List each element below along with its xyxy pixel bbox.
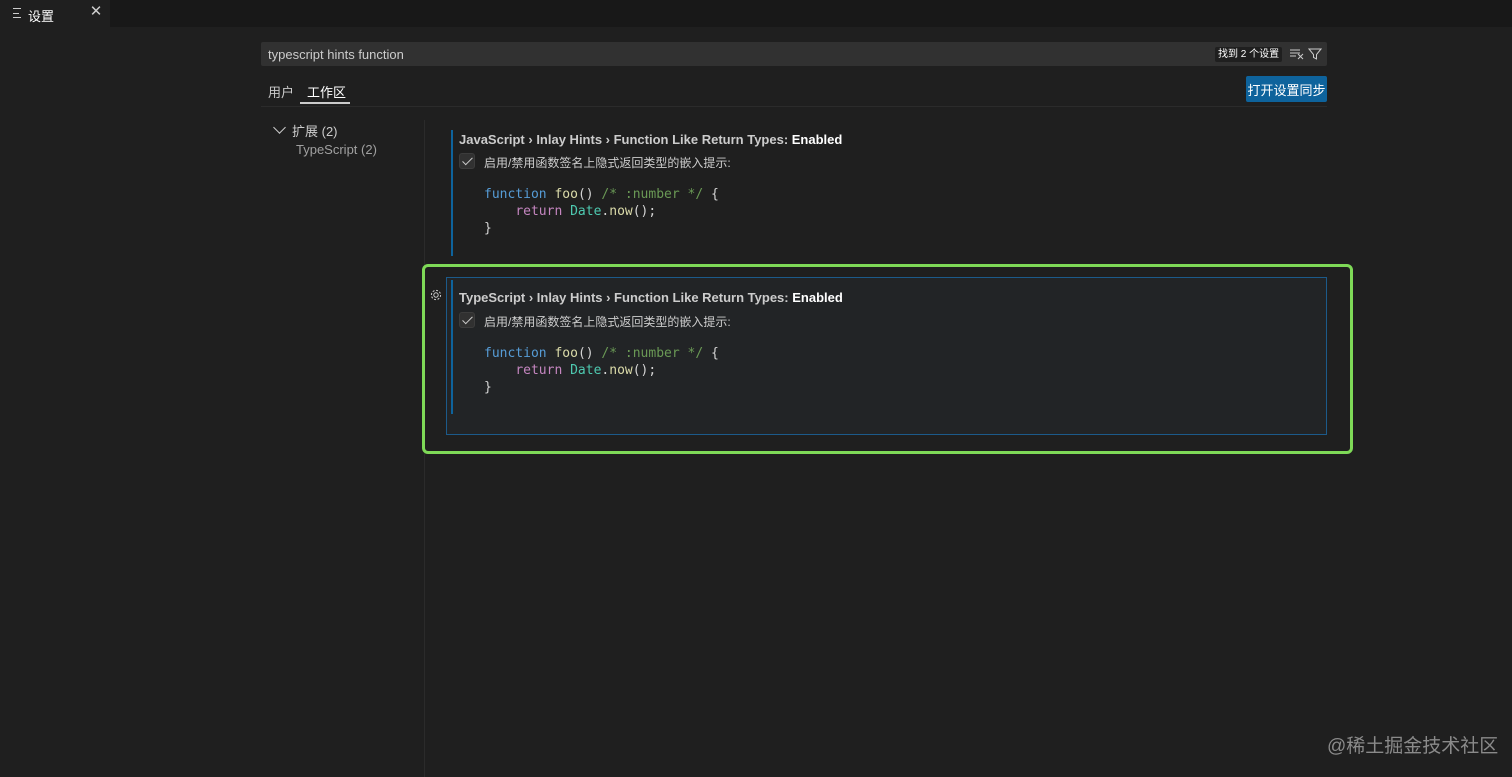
setting-category: JavaScript › Inlay Hints › Function Like… [459, 132, 792, 147]
code-sample: function foo() /* :number */ { return Da… [484, 186, 719, 237]
result-count-badge: 找到 2 个设置 [1215, 47, 1283, 62]
funnel-icon[interactable] [1308, 47, 1322, 61]
code-token: Date [570, 204, 602, 219]
watermark: @稀土掘金技术社区 [1327, 736, 1499, 757]
toc-group-label: 扩展 (2) [292, 123, 338, 139]
settings-search-input[interactable] [261, 42, 1161, 66]
code-token: /* :number */ [601, 187, 704, 202]
code-token: return [515, 204, 563, 219]
setting-title: JavaScript › Inlay Hints › Function Like… [459, 132, 842, 147]
toc-group-extensions[interactable]: 扩展 (2) [273, 121, 338, 139]
code-token: function [484, 187, 547, 202]
setting-item-javascript-return-types: JavaScript › Inlay Hints › Function Like… [446, 120, 1327, 260]
settings-tab[interactable]: 设置 ✕ [0, 0, 110, 27]
modified-indicator [451, 130, 453, 256]
toc-item-typescript[interactable]: TypeScript (2) [296, 142, 377, 157]
active-tab-indicator [300, 102, 350, 104]
tab-user[interactable]: 用户 [268, 82, 294, 104]
code-token: (); [632, 204, 657, 219]
header-divider [261, 106, 1327, 107]
tab-workspace[interactable]: 工作区 [307, 82, 346, 104]
code-token: now [609, 204, 633, 219]
setting-checkbox[interactable] [459, 153, 475, 169]
highlight-annotation-box [422, 264, 1353, 454]
setting-name: Enabled [791, 132, 843, 147]
chevron-down-icon [273, 121, 286, 134]
code-token: foo [554, 187, 578, 202]
code-token: { [711, 187, 719, 202]
clear-filter-icon[interactable] [1290, 48, 1304, 60]
close-icon[interactable]: ✕ [88, 3, 104, 21]
editor-tab-bar: 设置 ✕ [0, 0, 1512, 27]
settings-search-box: 找到 2 个设置 [261, 42, 1327, 66]
open-settings-sync-button[interactable]: 打开设置同步 [1246, 76, 1327, 102]
lines-icon [13, 8, 23, 18]
setting-description: 启用/禁用函数签名上隐式返回类型的嵌入提示: [484, 156, 731, 170]
code-token: } [484, 221, 492, 236]
tab-title: 设置 [28, 9, 55, 24]
code-token: () [577, 187, 594, 202]
